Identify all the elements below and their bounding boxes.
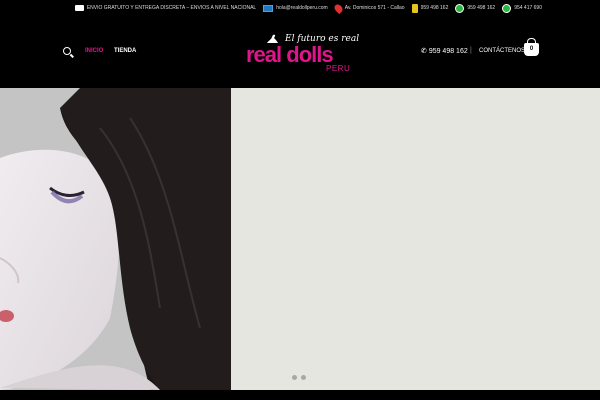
- logo-wordmark: real dolls: [246, 42, 334, 67]
- site-header: INICIO TIENDA El futuro es real real dol…: [0, 16, 600, 88]
- nav-item-inicio[interactable]: INICIO: [85, 48, 103, 54]
- contact-link[interactable]: CONTÁCTENOS: [479, 48, 525, 54]
- hero-photo-illustration: [0, 88, 231, 390]
- address-info: Av. Dominicos 571 - Callao: [332, 2, 405, 14]
- whatsapp-link-1[interactable]: 959 498 162: [467, 5, 495, 11]
- slider-dot-2[interactable]: [301, 375, 306, 380]
- phone-info[interactable]: 959 498 162: [411, 3, 449, 13]
- site-logo[interactable]: El futuro es real real dolls PERU: [245, 32, 359, 74]
- whatsapp-info-1[interactable]: 959 498 162: [455, 3, 495, 13]
- hero-image: [0, 88, 231, 390]
- shipping-info: ENVIO GRATUITO Y ENTREGA DISCRETA – ENVI…: [74, 5, 257, 11]
- header-separator: |: [470, 47, 472, 54]
- whatsapp-link-2[interactable]: 954 417 690: [514, 5, 542, 11]
- bottom-bar: [0, 390, 600, 400]
- whatsapp-icon: [502, 3, 512, 13]
- whatsapp-icon: [455, 3, 465, 13]
- email-link[interactable]: hola@realdollperu.com: [276, 5, 328, 11]
- slider-dot-1[interactable]: [292, 375, 297, 380]
- hero-slider: [0, 88, 600, 390]
- truck-icon: [74, 5, 84, 11]
- cart-icon[interactable]: 0: [524, 38, 539, 56]
- whatsapp-info-2[interactable]: 954 417 690: [502, 3, 542, 13]
- nav-item-tienda[interactable]: TIENDA: [114, 48, 136, 54]
- phone-link[interactable]: 959 498 162: [421, 5, 449, 11]
- mail-icon: [263, 4, 274, 12]
- header-phone-number[interactable]: 959 498 162: [429, 48, 468, 55]
- location-pin-icon: [332, 2, 344, 14]
- slider-pagination: [292, 375, 306, 380]
- shipping-text: ENVIO GRATUITO Y ENTREGA DISCRETA – ENVI…: [86, 5, 257, 11]
- search-icon[interactable]: [63, 47, 71, 55]
- cart-count-badge: 0: [529, 46, 534, 52]
- mobile-phone-icon: [411, 3, 418, 13]
- address-text: Av. Dominicos 571 - Callao: [344, 5, 405, 11]
- top-info-bar: ENVIO GRATUITO Y ENTREGA DISCRETA – ENVI…: [0, 0, 600, 16]
- email-info[interactable]: hola@realdollperu.com: [263, 4, 328, 12]
- logo-subtitle: PERU: [326, 64, 351, 73]
- header-phone[interactable]: ✆ 959 498 162: [421, 47, 468, 55]
